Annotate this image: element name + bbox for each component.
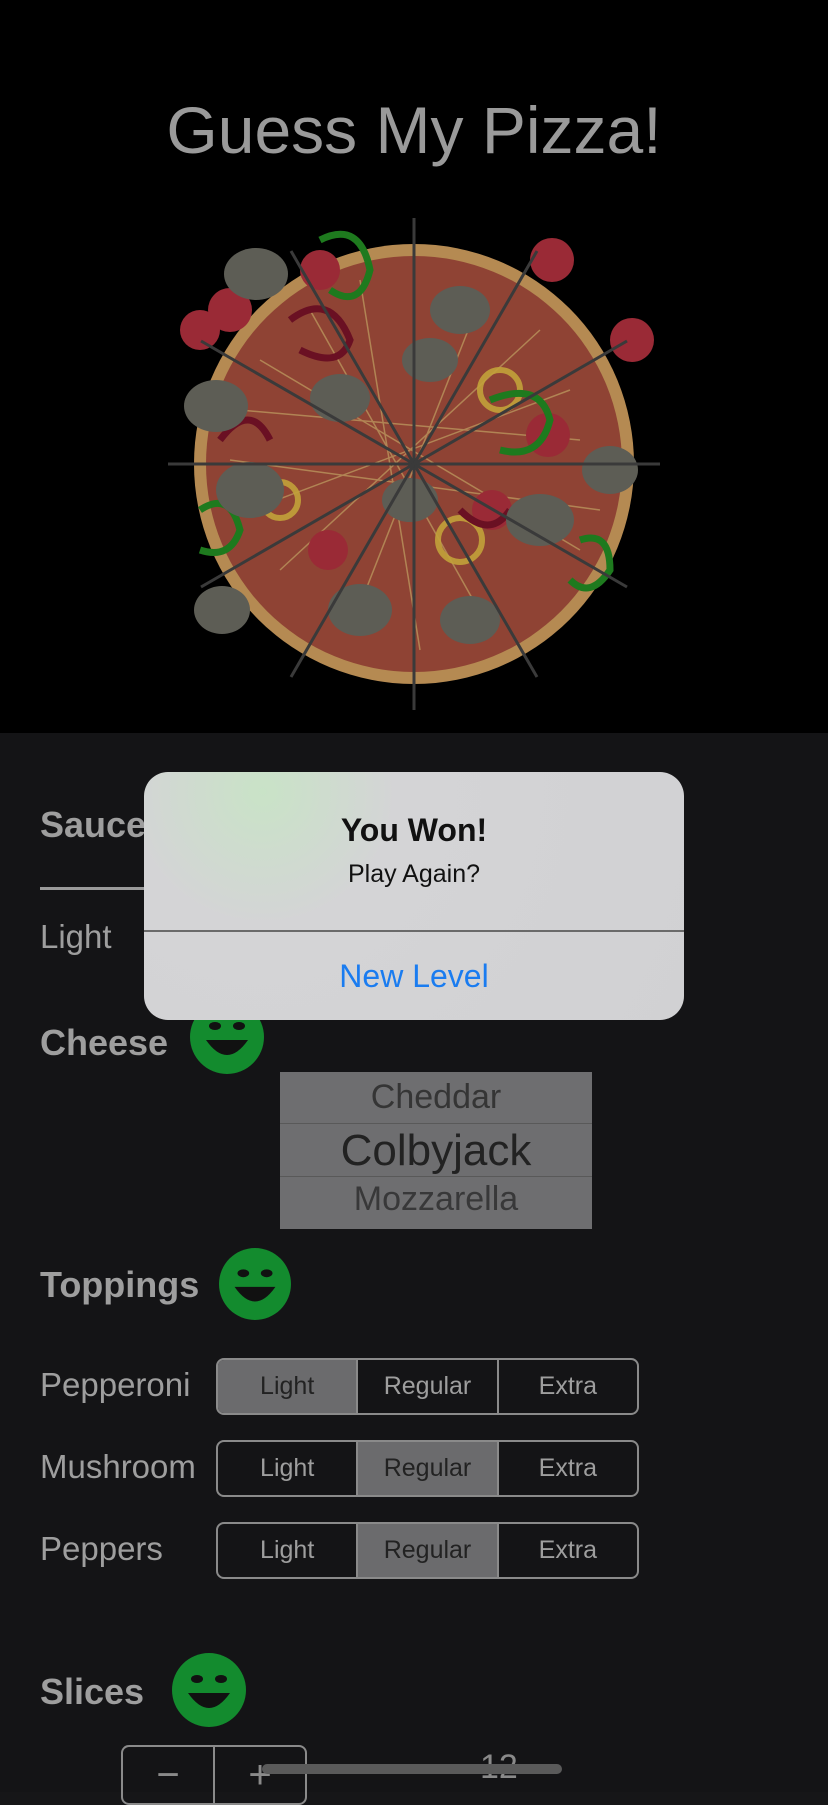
segment-extra[interactable]: Extra [496,1360,637,1413]
topping-label-mushroom: Mushroom [40,1448,196,1485]
smiley-icon [219,1248,291,1320]
pizza-image [168,218,660,710]
segment-extra[interactable]: Extra [496,1442,637,1495]
increment-button[interactable]: + [213,1747,305,1803]
alert-title: You Won! [340,812,488,848]
segment-regular[interactable]: Regular [356,1442,497,1495]
alert-message: Play Again? [347,860,481,888]
picker-option-selected[interactable]: Colbyjack [280,1126,592,1176]
smiley-icon [172,1653,246,1727]
win-alert-dialog: You Won! Play Again? New Level [144,772,684,1020]
topping-label-pepperoni: Pepperoni [40,1366,191,1403]
picker-divider [280,1176,592,1177]
decrement-button[interactable]: − [123,1747,213,1803]
segment-light[interactable]: Light [218,1442,356,1495]
segment-extra[interactable]: Extra [496,1524,637,1577]
peppers-segmented-control[interactable]: Light Regular Extra [216,1522,639,1579]
segment-regular[interactable]: Regular [356,1524,497,1577]
slices-stepper[interactable]: − + [121,1745,307,1805]
segment-light[interactable]: Light [218,1360,357,1413]
app-title: Guess My Pizza! [166,93,662,167]
sauce-slider-track[interactable] [40,887,150,890]
picker-divider [280,1123,592,1124]
toppings-heading: Toppings [40,1264,200,1305]
topping-label-peppers: Peppers [40,1530,163,1567]
sauce-heading: Sauce [40,804,147,845]
cheese-heading: Cheese [40,1022,169,1063]
slices-heading: Slices [40,1671,145,1712]
pepperoni-segmented-control[interactable]: Light Regular Extra [216,1358,639,1415]
mushroom-segmented-control[interactable]: Light Regular Extra [216,1440,639,1497]
sauce-level-label: Light [40,918,112,955]
picker-option-cheddar[interactable]: Cheddar [280,1078,592,1117]
segment-light[interactable]: Light [218,1524,356,1577]
segment-regular[interactable]: Regular [356,1360,496,1413]
home-indicator[interactable] [262,1764,562,1774]
picker-option-mozzarella[interactable]: Mozzarella [280,1180,592,1219]
pizza-header: Guess My Pizza! [0,0,828,733]
new-level-button[interactable]: New Level [144,932,684,1020]
cheese-picker[interactable]: Cheddar Colbyjack Mozzarella [280,1072,592,1229]
